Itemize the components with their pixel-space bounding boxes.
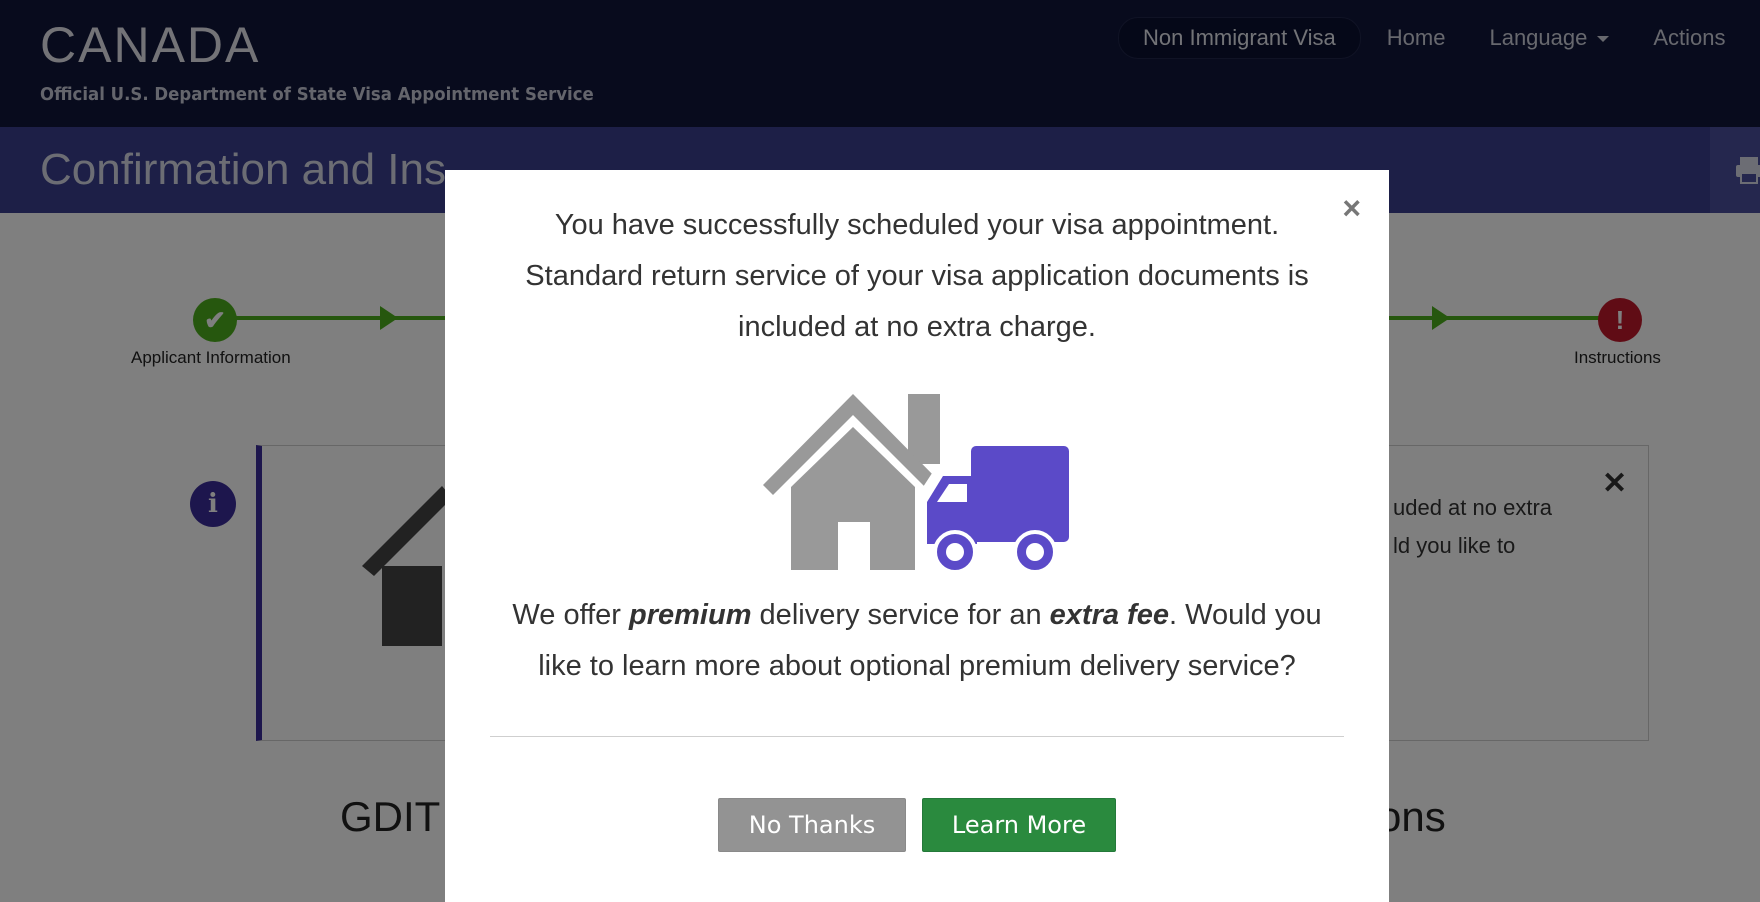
message-line: Standard return service of your visa app… xyxy=(525,260,1309,292)
message-line: included at no extra charge. xyxy=(738,311,1096,343)
offer-text: We offer xyxy=(512,599,630,631)
offer-text: . Would you xyxy=(1168,599,1322,631)
offer-line1: We offer premium delivery service for an… xyxy=(445,590,1389,641)
premium-delivery-modal: × You have successfully scheduled your v… xyxy=(445,170,1389,902)
offer-line2: like to learn more about optional premiu… xyxy=(538,650,1296,682)
delivery-illustration xyxy=(763,394,1073,572)
offer-text: delivery service for an xyxy=(751,599,1050,631)
modal-confirmation-message: You have successfully scheduled your vis… xyxy=(445,200,1389,353)
learn-more-button[interactable]: Learn More xyxy=(922,798,1116,852)
offer-premium-emphasis: premium xyxy=(629,599,752,631)
message-line: You have successfully scheduled your vis… xyxy=(554,209,1280,241)
delivery-truck-icon xyxy=(923,442,1073,572)
offer-fee-emphasis: extra fee xyxy=(1049,599,1169,631)
modal-divider xyxy=(490,736,1344,737)
no-thanks-button[interactable]: No Thanks xyxy=(718,798,906,852)
modal-offer-message: We offer premium delivery service for an… xyxy=(445,590,1389,692)
house-icon xyxy=(763,394,943,570)
